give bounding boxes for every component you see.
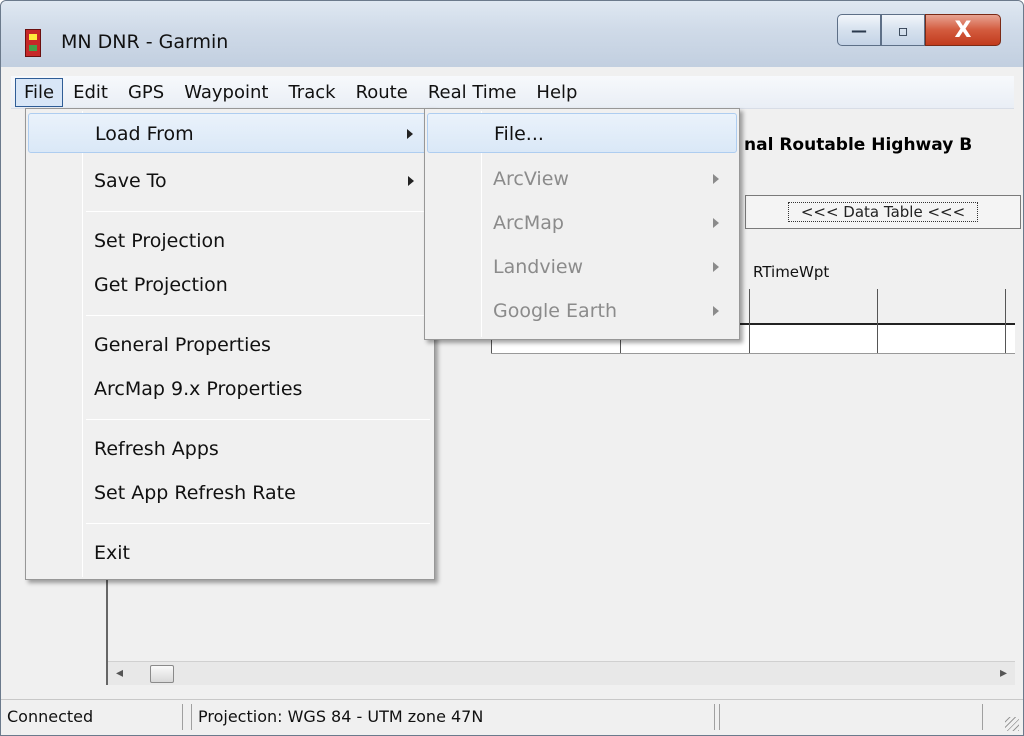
menu-item-general-properties[interactable]: General Properties [28,325,432,365]
status-projection: Projection: WGS 84 - UTM zone 47N [191,704,715,730]
submenu-arrow-icon [713,262,719,272]
menu-real-time[interactable]: Real Time [418,78,527,107]
resize-grip-icon[interactable] [1005,717,1019,731]
menu-item-label: Get Projection [94,274,228,296]
status-connection: Connected [1,704,183,730]
menu-item-save-to[interactable]: Save To [28,161,432,201]
horizontal-scrollbar[interactable]: ◂ ▸ [108,661,1015,685]
load-from-submenu: File... ArcView ArcMap Landview Google E… [424,108,740,340]
menu-item-label: Save To [94,170,167,192]
data-table-button[interactable]: <<< Data Table <<< [745,195,1021,229]
submenu-arrow-icon [713,306,719,316]
menu-item-label: General Properties [94,334,271,356]
submenu-arrow-icon [713,218,719,228]
menu-track[interactable]: Track [278,78,345,107]
status-bar: Connected Projection: WGS 84 - UTM zone … [1,699,1023,735]
submenu-arrow-icon [407,129,413,139]
menu-item-exit[interactable]: Exit [28,533,432,573]
menu-item-google-earth[interactable]: Google Earth [427,291,737,331]
menu-item-get-projection[interactable]: Get Projection [28,265,432,305]
menu-bar: File Edit GPS Waypoint Track Route Real … [11,76,1014,109]
grid-column-divider [1005,289,1006,353]
menu-separator [86,315,430,316]
data-table-button-label: <<< Data Table <<< [787,202,979,222]
menu-item-label: Refresh Apps [94,438,219,460]
minimize-button[interactable]: — [837,14,881,46]
menu-item-label: Google Earth [493,300,617,322]
scroll-thumb[interactable] [150,665,174,683]
menu-item-label: Load From [95,123,194,145]
menu-item-refresh-apps[interactable]: Refresh Apps [28,429,432,469]
menu-item-arcmap[interactable]: ArcMap [427,203,737,243]
close-button[interactable]: X [925,14,1001,46]
grid-row-divider [491,353,1015,354]
menu-separator [86,523,430,524]
menu-item-set-projection[interactable]: Set Projection [28,221,432,261]
grid-column-divider [749,289,750,353]
status-empty-panel [719,704,983,730]
menu-item-label: File... [494,123,544,145]
menu-gps[interactable]: GPS [118,78,174,107]
caption-buttons: — ▫ X [837,14,1001,46]
menu-item-label: Exit [94,542,130,564]
menu-separator [86,211,430,212]
file-menu: Load From Save To Set Projection Get Pro… [25,108,435,580]
submenu-arrow-icon [713,174,719,184]
menu-item-load-from[interactable]: Load From [28,113,432,153]
title-bar[interactable]: MN DNR - Garmin — ▫ X [1,1,1023,67]
menu-item-label: ArcView [493,168,569,190]
menu-separator [86,419,430,420]
menu-help[interactable]: Help [526,78,587,107]
maximize-button[interactable]: ▫ [881,14,925,46]
submenu-arrow-icon [408,176,414,186]
menu-item-file[interactable]: File... [427,113,737,153]
menu-item-label: ArcMap 9.x Properties [94,378,303,400]
menu-item-label: Set App Refresh Rate [94,482,296,504]
content-title: nal Routable Highway B [744,135,973,155]
scroll-left-icon[interactable]: ◂ [116,665,123,681]
scroll-right-icon[interactable]: ▸ [1000,665,1007,681]
menu-waypoint[interactable]: Waypoint [174,78,278,107]
menu-item-arcview[interactable]: ArcView [427,159,737,199]
menu-item-label: Landview [493,256,584,278]
window-title: MN DNR - Garmin [61,31,229,53]
menu-item-label: Set Projection [94,230,226,252]
menu-item-set-app-refresh-rate[interactable]: Set App Refresh Rate [28,473,432,513]
grid-column-divider [877,289,878,353]
menu-route[interactable]: Route [346,78,418,107]
traffic-light-app-icon[interactable] [25,29,41,57]
menu-file[interactable]: File [15,77,64,107]
menu-edit[interactable]: Edit [63,78,118,107]
menu-item-landview[interactable]: Landview [427,247,737,287]
menu-item-arcmap-properties[interactable]: ArcMap 9.x Properties [28,369,432,409]
grid-column-label: RTimeWpt [753,263,830,281]
menu-item-label: ArcMap [493,212,564,234]
